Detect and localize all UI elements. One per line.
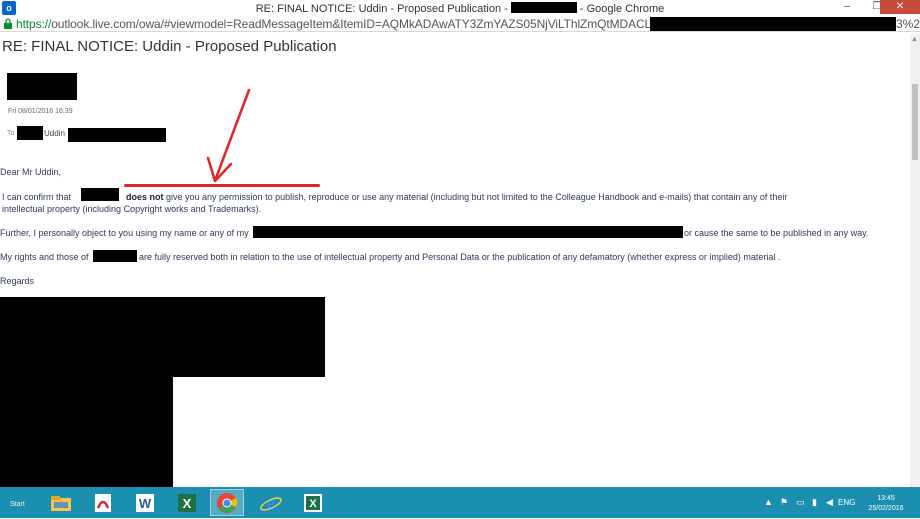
closing: Regards bbox=[0, 276, 35, 286]
paragraph-2-start: Further, I personally object to you usin… bbox=[0, 228, 249, 238]
sent-date: Fri 08/01/2016 16:39 bbox=[8, 108, 73, 115]
redacted-text bbox=[253, 226, 683, 238]
to-name: Uddin bbox=[44, 129, 65, 138]
clock-time: 13:45 bbox=[877, 495, 895, 502]
paragraph-1-line-1: does not give you any permission to publ… bbox=[126, 192, 787, 202]
language-indicator[interactable]: ENG bbox=[838, 498, 855, 507]
internet-explorer-icon[interactable]: e bbox=[254, 489, 288, 516]
to-label: To bbox=[7, 130, 15, 137]
red-arrow-annotation bbox=[206, 88, 251, 183]
redacted-signature bbox=[0, 297, 325, 377]
redacted-sender bbox=[7, 73, 77, 100]
lock-icon bbox=[4, 18, 12, 29]
redacted-company bbox=[93, 250, 137, 262]
vertical-scrollbar[interactable]: ▲ bbox=[910, 34, 920, 487]
url-host-path: outlook.live.com/owa/#viewmodel=ReadMess… bbox=[51, 17, 714, 31]
svg-text:e: e bbox=[267, 493, 276, 514]
action-center-icon[interactable]: ⚑ bbox=[780, 497, 788, 508]
word-icon[interactable]: W bbox=[128, 489, 162, 516]
redacted-company bbox=[81, 188, 119, 201]
redacted-box bbox=[650, 17, 896, 31]
emphasis-does-not: does not bbox=[126, 192, 164, 202]
clock[interactable]: 13:45 25/02/2016 bbox=[862, 494, 910, 514]
url-text[interactable]: https://outlook.live.com/owa/#viewmodel=… bbox=[16, 17, 713, 31]
paragraph-2-end: or cause the same to be published in any… bbox=[684, 228, 869, 238]
excel-icon-2[interactable]: X bbox=[296, 489, 330, 516]
window-title-prefix: RE: FINAL NOTICE: Uddin - Proposed Publi… bbox=[255, 3, 508, 15]
minimize-button[interactable]: – bbox=[836, 0, 858, 14]
svg-text:X: X bbox=[183, 496, 192, 511]
url-scheme: https:// bbox=[16, 17, 52, 31]
svg-text:X: X bbox=[309, 498, 317, 510]
svg-text:W: W bbox=[139, 496, 152, 511]
taskbar: Start W X e X ▲ ⚑ ▭ ▮ ◀ ENG bbox=[0, 487, 920, 518]
window-titlebar: o RE: FINAL NOTICE: Uddin - Proposed Pub… bbox=[0, 0, 920, 16]
redacted-recipient bbox=[17, 126, 43, 140]
url-tail: 3%2 bbox=[896, 17, 920, 31]
system-tray: ▲ ⚑ ▭ ▮ ◀ ENG bbox=[764, 487, 860, 518]
excel-icon[interactable]: X bbox=[170, 489, 204, 516]
redacted-recipient-email bbox=[68, 128, 166, 142]
tray-expand-icon[interactable]: ▲ bbox=[764, 497, 773, 507]
close-button[interactable]: ✕ bbox=[880, 0, 920, 14]
file-explorer-icon[interactable] bbox=[44, 489, 78, 516]
redacted-box bbox=[510, 2, 577, 13]
network-icon[interactable]: ▮ bbox=[812, 497, 817, 508]
address-bar[interactable]: https://outlook.live.com/owa/#viewmodel=… bbox=[0, 16, 920, 32]
window-title: RE: FINAL NOTICE: Uddin - Proposed Publi… bbox=[0, 2, 920, 15]
chrome-icon[interactable] bbox=[210, 489, 244, 516]
window-title-suffix: - Google Chrome bbox=[579, 3, 665, 15]
acrobat-icon[interactable] bbox=[86, 489, 120, 516]
paragraph-1-start: I can confirm that bbox=[2, 192, 72, 202]
start-button[interactable]: Start bbox=[10, 501, 25, 508]
battery-icon[interactable]: ▭ bbox=[796, 497, 805, 508]
paragraph-1-line-2: intellectual property (including Copyrig… bbox=[2, 204, 262, 214]
greeting: Dear Mr Uddin, bbox=[0, 167, 62, 177]
scroll-up-icon[interactable]: ▲ bbox=[911, 36, 918, 43]
redacted-signature-lower bbox=[0, 377, 173, 487]
paragraph-3-end: are fully reserved both in relation to t… bbox=[139, 252, 781, 262]
volume-icon[interactable]: ◀ bbox=[826, 497, 833, 508]
scrollbar-thumb[interactable] bbox=[912, 84, 918, 160]
paragraph-3-start: My rights and those of bbox=[0, 252, 89, 262]
clock-date: 25/02/2016 bbox=[868, 505, 904, 512]
email-subject: RE: FINAL NOTICE: Uddin - Proposed Publi… bbox=[2, 38, 337, 55]
paragraph-1-text: give you any permission to publish, repr… bbox=[166, 192, 788, 202]
